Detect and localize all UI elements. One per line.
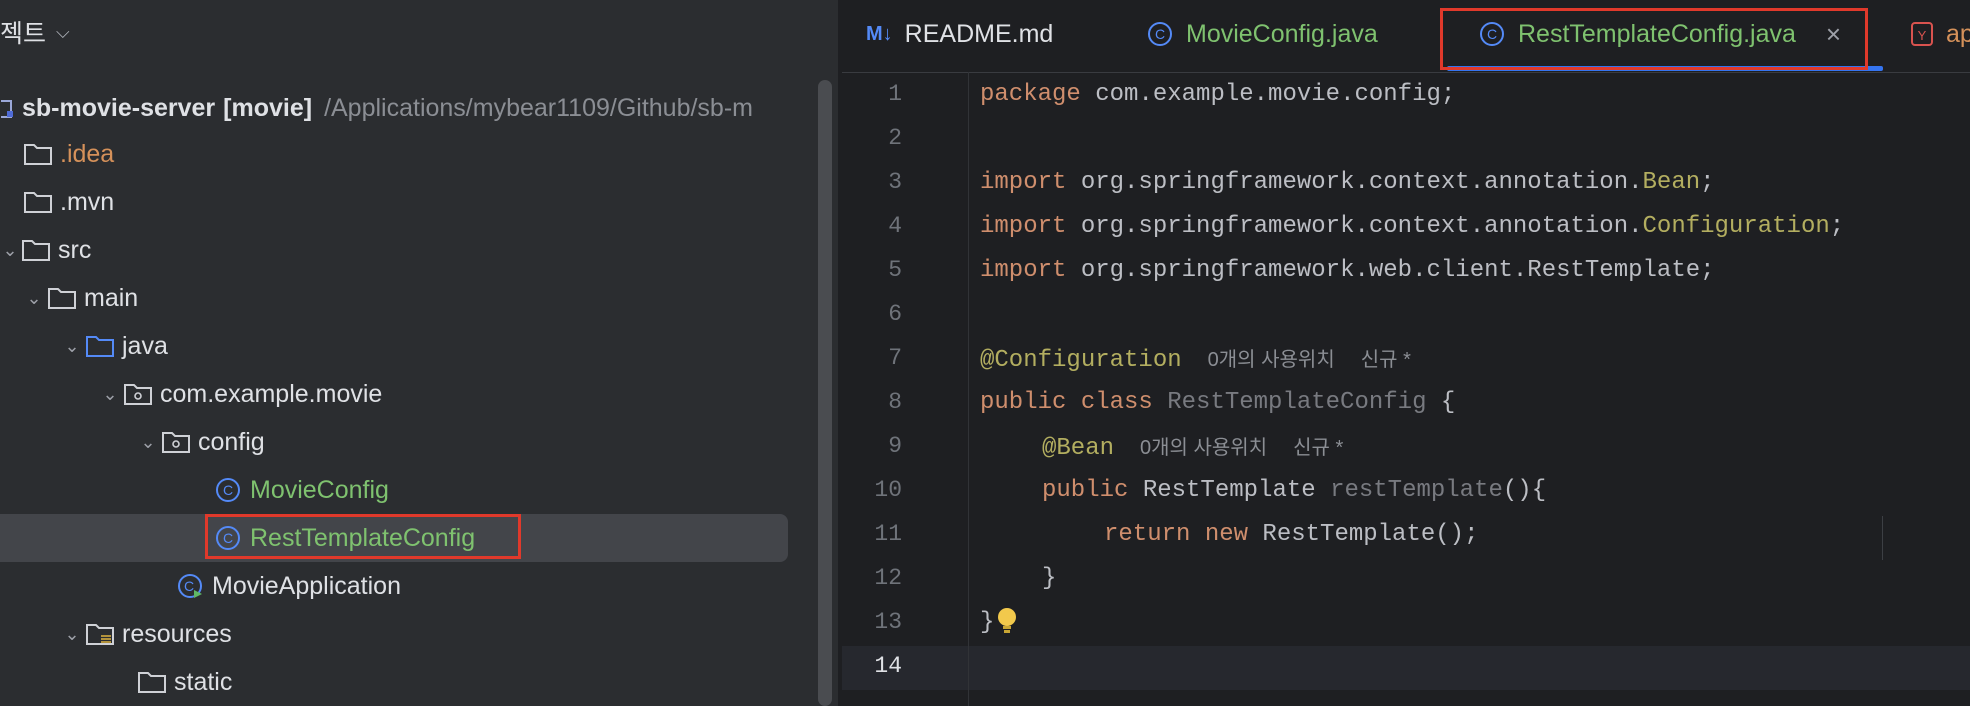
chevron-down-icon[interactable]: ⌄ bbox=[0, 240, 20, 261]
yaml-icon: Y bbox=[1910, 21, 1934, 47]
root-path: /Applications/mybear1109/Github/sb-m bbox=[324, 93, 753, 122]
code-editor[interactable]: 1 package com.example.movie.config; 2 3 … bbox=[842, 72, 1970, 706]
resources-folder-icon bbox=[84, 618, 116, 650]
line-number: 8 bbox=[888, 389, 902, 415]
line-number: 3 bbox=[888, 169, 902, 195]
code-line: 1 package com.example.movie.config; bbox=[842, 72, 1970, 116]
tree-label: MovieApplication bbox=[212, 571, 401, 600]
chevron-down-icon[interactable]: ⌄ bbox=[60, 624, 84, 645]
folder-icon bbox=[22, 186, 54, 218]
line-number: 14 bbox=[874, 653, 902, 679]
tree-label: resources bbox=[122, 619, 232, 648]
author-hint[interactable]: 신규 * bbox=[1293, 437, 1343, 459]
svg-text:C: C bbox=[223, 482, 233, 498]
module-folder-icon bbox=[0, 92, 18, 124]
folder-icon bbox=[22, 138, 54, 170]
tree-label: src bbox=[58, 235, 92, 264]
code-line: 14 bbox=[842, 644, 1970, 688]
root-name: sb-movie-server bbox=[22, 93, 216, 122]
tree-item-static[interactable]: static bbox=[136, 658, 936, 706]
folder-icon bbox=[20, 234, 52, 266]
code-line: 8 public class RestTemplateConfig { bbox=[842, 380, 1970, 424]
code-line: 10 public RestTemplate restTemplate(){ bbox=[842, 468, 1970, 512]
line-number: 7 bbox=[888, 345, 902, 371]
spring-app-class-icon: C bbox=[174, 570, 206, 602]
tab-label: README.md bbox=[904, 19, 1054, 48]
tree-label: static bbox=[174, 667, 233, 696]
lightbulb-icon[interactable] bbox=[996, 606, 1018, 644]
chevron-down-icon[interactable]: ⌄ bbox=[22, 288, 46, 309]
line-number: 13 bbox=[874, 609, 902, 635]
tree-label: config bbox=[198, 427, 265, 456]
line-number: 4 bbox=[888, 213, 902, 239]
code-line: 11 return new RestTemplate(); bbox=[842, 512, 1970, 556]
code-line: 9 @Bean 0개의 사용위치 신규 * bbox=[842, 424, 1970, 468]
chevron-down-icon[interactable]: ⌄ bbox=[60, 336, 84, 357]
chevron-down-icon: ⌵ bbox=[56, 21, 70, 42]
tree-label: com.example.movie bbox=[160, 379, 383, 408]
tab-movieconfig[interactable]: C MovieConfig.java bbox=[1146, 0, 1378, 68]
project-panel: 젝트 ⌵ sb-movie-server [movie] /Applicatio… bbox=[0, 0, 838, 706]
highlight-box bbox=[205, 514, 521, 559]
code-line: 4 import org.springframework.context.ann… bbox=[842, 204, 1970, 248]
code-line: 13 } bbox=[842, 600, 1970, 644]
svg-text:C: C bbox=[184, 578, 194, 594]
usage-hint[interactable]: 0개의 사용위치 bbox=[1208, 349, 1335, 371]
svg-text:C: C bbox=[1155, 26, 1165, 42]
line-number: 11 bbox=[874, 521, 902, 547]
folder-icon bbox=[46, 282, 78, 314]
project-view-selector[interactable]: 젝트 ⌵ bbox=[0, 12, 70, 52]
folder-icon bbox=[136, 666, 168, 698]
line-number: 5 bbox=[888, 257, 902, 283]
line-number: 10 bbox=[874, 477, 902, 503]
code-line: 2 bbox=[842, 116, 1970, 160]
vertical-scrollbar[interactable] bbox=[818, 80, 832, 706]
author-hint[interactable]: 신규 * bbox=[1361, 349, 1411, 371]
class-icon: C bbox=[212, 474, 244, 506]
tree-item-idea[interactable]: .idea bbox=[22, 130, 822, 178]
code-line: 6 bbox=[842, 292, 1970, 336]
tree-item-root[interactable]: sb-movie-server [movie] /Applications/my… bbox=[0, 84, 800, 132]
code-line: 7 @Configuration 0개의 사용위치 신규 * bbox=[842, 336, 1970, 380]
package-icon bbox=[122, 378, 154, 410]
chevron-down-icon[interactable]: ⌄ bbox=[98, 384, 122, 405]
highlight-box bbox=[1440, 8, 1868, 70]
tree-item-src[interactable]: ⌄ src bbox=[0, 226, 800, 274]
tree-label: .idea bbox=[60, 139, 115, 168]
tab-readme[interactable]: M↓ README.md bbox=[866, 0, 1053, 68]
tab-label: MovieConfig.java bbox=[1186, 19, 1378, 48]
tree-label: MovieConfig bbox=[250, 475, 389, 504]
tree-item-main[interactable]: ⌄ main bbox=[22, 274, 822, 322]
code-line: 12 } bbox=[842, 556, 1970, 600]
usage-hint[interactable]: 0개의 사용위치 bbox=[1140, 437, 1267, 459]
markdown-icon: M↓ bbox=[866, 22, 893, 45]
tab-label: ap bbox=[1946, 19, 1970, 48]
code-line: 3 import org.springframework.context.ann… bbox=[842, 160, 1970, 204]
source-folder-icon bbox=[84, 330, 116, 362]
tree-item-java[interactable]: ⌄ java bbox=[60, 322, 860, 370]
root-module: [movie] bbox=[223, 93, 313, 122]
line-number: 12 bbox=[874, 565, 902, 591]
tree-item-mvn[interactable]: .mvn bbox=[22, 178, 822, 226]
tree-item-package[interactable]: ⌄ com.example.movie bbox=[98, 370, 898, 418]
tree-label: .mvn bbox=[60, 187, 115, 216]
line-number: 1 bbox=[888, 81, 902, 107]
tree-item-config[interactable]: ⌄ config bbox=[136, 418, 936, 466]
tree-label: java bbox=[122, 331, 168, 360]
tree-label: main bbox=[84, 283, 139, 312]
editor-area: M↓ README.md C MovieConfig.java C RestTe… bbox=[842, 0, 1970, 706]
line-number: 6 bbox=[888, 301, 902, 327]
line-number: 2 bbox=[888, 125, 902, 151]
tree-item-resources[interactable]: ⌄ resources bbox=[60, 610, 860, 658]
tab-yaml[interactable]: Y ap bbox=[1910, 0, 1970, 68]
yaml-icon-letter: Y bbox=[1918, 28, 1927, 43]
package-icon bbox=[160, 426, 192, 458]
class-icon: C bbox=[1146, 20, 1174, 48]
chevron-down-icon[interactable]: ⌄ bbox=[136, 432, 160, 453]
code-line: 5 import org.springframework.web.client.… bbox=[842, 248, 1970, 292]
editor-tabs: M↓ README.md C MovieConfig.java C RestTe… bbox=[842, 0, 1970, 73]
project-view-label: 젝트 bbox=[0, 20, 47, 48]
line-number: 9 bbox=[888, 433, 902, 459]
